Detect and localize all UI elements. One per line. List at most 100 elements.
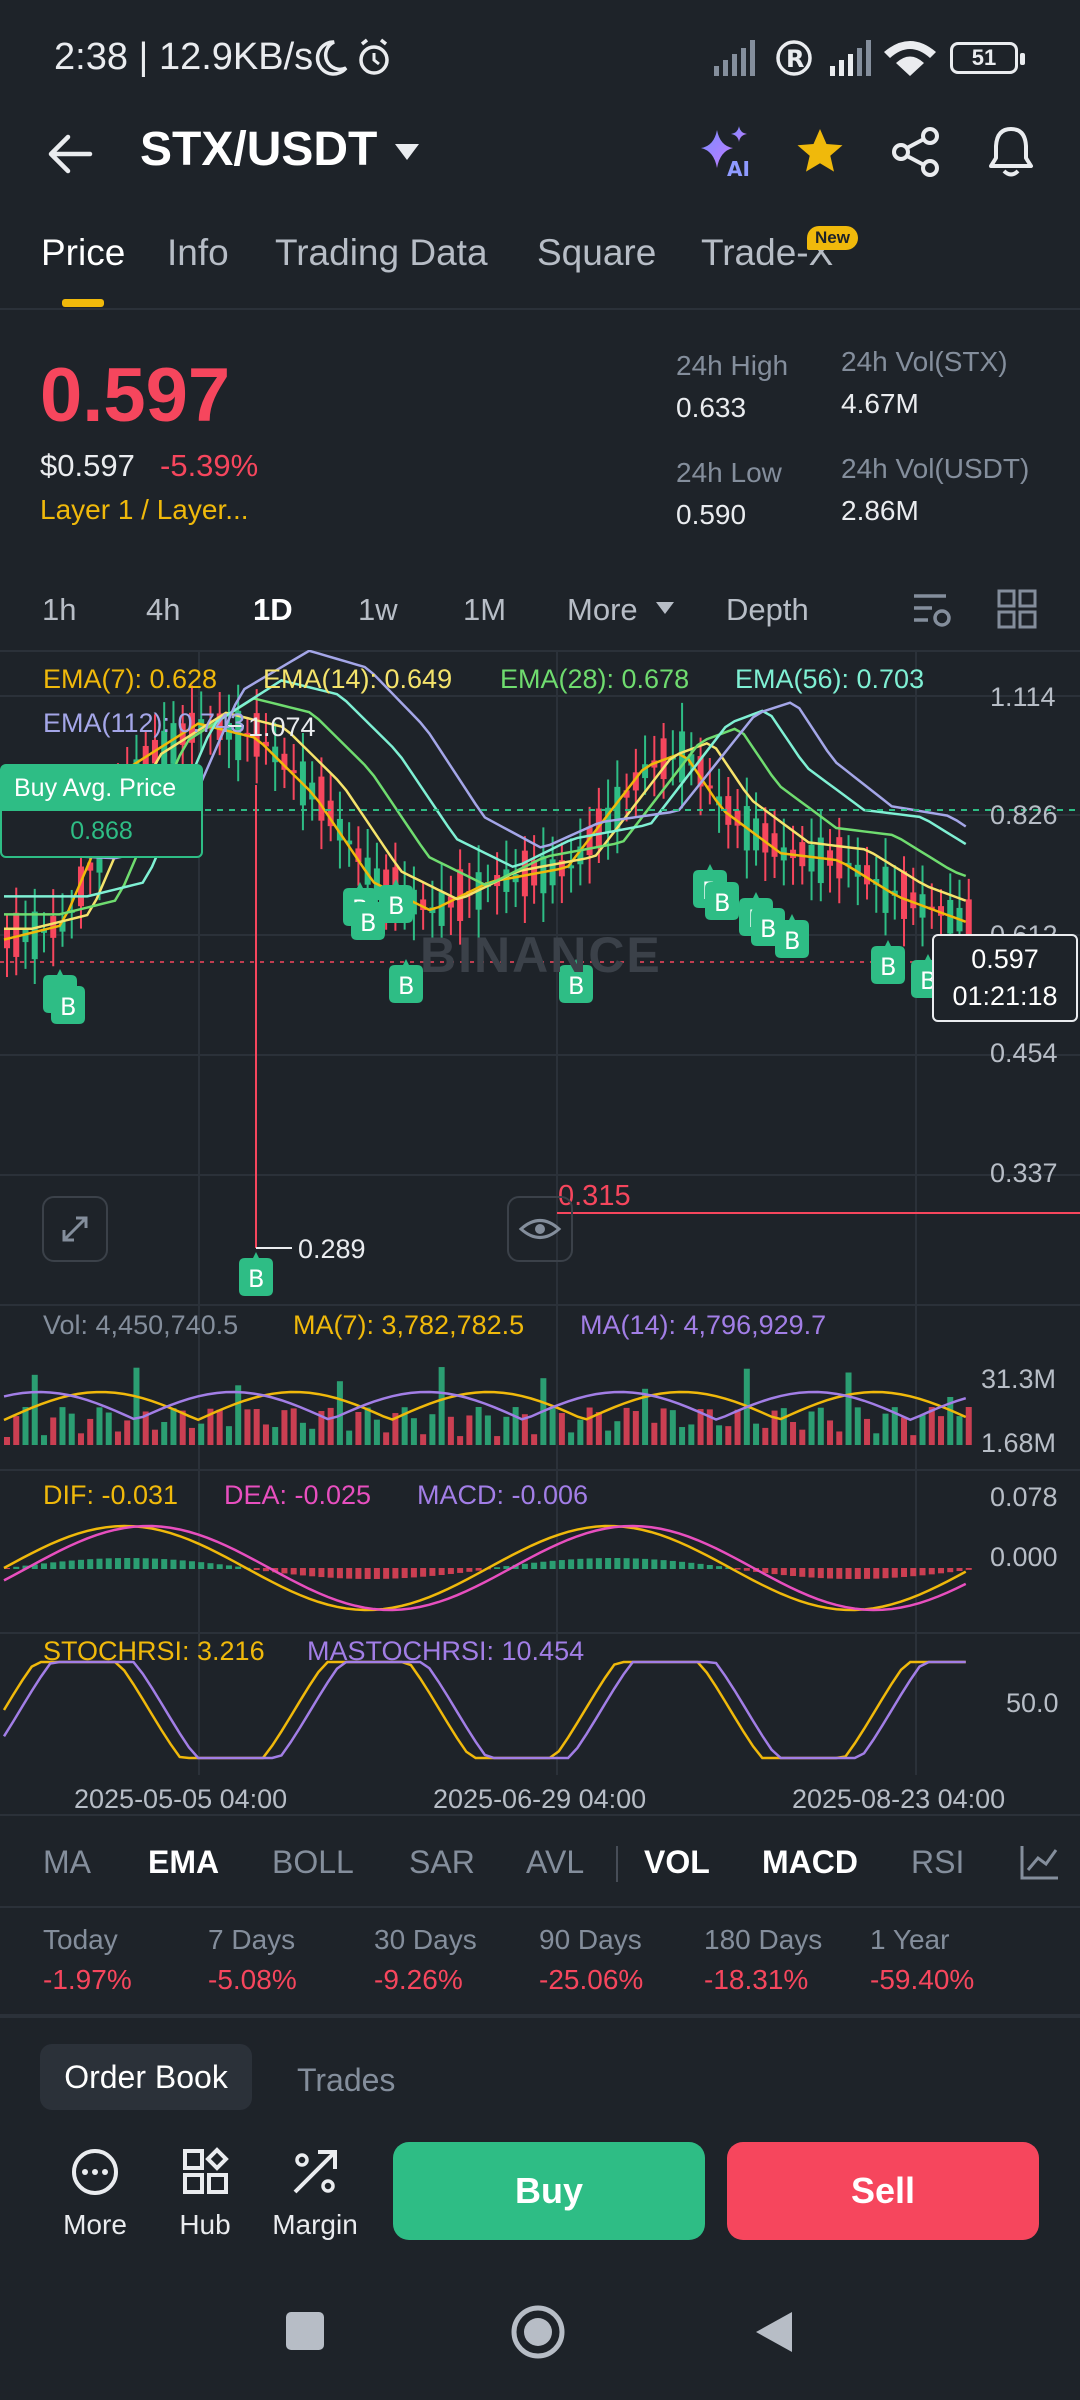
macd-bar — [364, 1568, 371, 1579]
share-icon[interactable] — [890, 126, 942, 178]
buy-marker-label: B — [60, 993, 76, 1021]
volume-bar — [262, 1424, 269, 1445]
margin-action[interactable]: Margin — [260, 2146, 370, 2241]
volume-bar — [59, 1407, 66, 1445]
buy-avg-price-box[interactable]: Buy Avg. Price 0.868 — [0, 764, 203, 858]
back-nav-icon[interactable] — [752, 2308, 796, 2356]
indicator-avl[interactable]: AVL — [526, 1844, 584, 1881]
dif-label: DIF: -0.031 — [43, 1480, 179, 1510]
macd-bar — [614, 1558, 621, 1569]
indicator-rsi[interactable]: RSI — [911, 1844, 964, 1881]
more-action[interactable]: More — [40, 2146, 150, 2241]
perf-1y-label: 1 Year — [870, 1924, 950, 1955]
price-axis-label: 0.826 — [990, 800, 1058, 830]
indicator-separator — [616, 1846, 618, 1882]
chevron-down-icon[interactable] — [392, 140, 422, 164]
hub-action[interactable]: Hub — [150, 2146, 260, 2241]
tab-square[interactable]: Square — [537, 232, 656, 274]
candle-body — [771, 833, 778, 857]
macd-bar — [133, 1558, 140, 1569]
volume-bar — [327, 1407, 334, 1445]
home-icon[interactable] — [510, 2304, 566, 2360]
macd-bar — [114, 1558, 121, 1569]
tab-order-book[interactable]: Order Book — [40, 2044, 252, 2110]
indicator-settings-icon[interactable] — [1018, 1842, 1062, 1882]
macd-bar — [854, 1568, 861, 1579]
indicator-vol[interactable]: VOL — [644, 1844, 710, 1881]
tab-info[interactable]: Info — [167, 232, 229, 274]
tab-trades[interactable]: Trades — [297, 2062, 395, 2099]
buy-button[interactable]: Buy — [393, 2142, 705, 2240]
macd-bar — [216, 1564, 223, 1569]
interval-1w[interactable]: 1w — [358, 592, 398, 628]
tab-price[interactable]: Price — [41, 232, 125, 274]
expand-chart-button[interactable] — [42, 1196, 108, 1262]
sector-tag[interactable]: Layer 1 / Layer... — [40, 494, 249, 526]
volume-bar — [679, 1427, 686, 1445]
macd-bar — [392, 1568, 399, 1579]
candle-body — [438, 892, 445, 926]
volume-bar — [40, 1435, 47, 1445]
tab-trading-data[interactable]: Trading Data — [275, 232, 488, 274]
candle-countdown: 01:21:18 — [952, 981, 1058, 1011]
margin-label: Margin — [272, 2209, 358, 2240]
volume-bar — [595, 1411, 602, 1445]
volume-bar — [854, 1407, 861, 1445]
interval-1h[interactable]: 1h — [42, 592, 76, 628]
toggle-overlay-button[interactable] — [507, 1196, 573, 1262]
buy-avg-price-title: Buy Avg. Price — [2, 766, 201, 811]
battery-indicator: 51 — [950, 42, 1025, 74]
macd-bar — [438, 1568, 445, 1575]
volume-bar — [299, 1422, 306, 1445]
signal-wifi-icons: R — [714, 40, 936, 76]
stochrsi-line — [2, 1660, 966, 1760]
perf-90d-label: 90 Days — [539, 1924, 642, 1955]
volume-bar — [447, 1416, 454, 1445]
macd-label: MACD: -0.006 — [417, 1480, 589, 1510]
macd-bar — [290, 1568, 297, 1575]
interval-1d[interactable]: 1D — [253, 592, 293, 628]
layout-grid-icon[interactable] — [996, 588, 1040, 632]
current-price-tag: 0.597 01:21:18 — [932, 934, 1078, 1022]
ai-sparkle-icon[interactable]: AI — [697, 124, 753, 180]
stat-24h-low-value: 0.590 — [676, 499, 747, 530]
volume-bar — [651, 1422, 658, 1445]
expand-icon — [62, 1216, 88, 1242]
volume-bar — [614, 1421, 621, 1445]
bell-icon[interactable] — [985, 124, 1037, 180]
perf-90d-value: -25.06% — [539, 1964, 644, 1995]
recent-apps-icon[interactable] — [284, 2310, 326, 2352]
interval-depth[interactable]: Depth — [726, 592, 809, 628]
indicator-sar[interactable]: SAR — [409, 1844, 475, 1881]
moon-alarm-icons — [315, 38, 389, 76]
indicator-ema[interactable]: EMA — [148, 1844, 219, 1881]
divider — [0, 1906, 1080, 1908]
interval-4h[interactable]: 4h — [146, 592, 180, 628]
indicator-macd[interactable]: MACD — [762, 1844, 858, 1881]
sell-button[interactable]: Sell — [727, 2142, 1039, 2240]
macd-bar — [87, 1559, 94, 1569]
mastochrsi-label: MASTOCHRSI: 10.454 — [307, 1636, 585, 1666]
macd-bar — [642, 1558, 649, 1569]
volume-bar — [4, 1437, 10, 1445]
chart-settings-icon[interactable] — [910, 588, 954, 632]
macd-bar — [716, 1566, 723, 1569]
macd-bar — [864, 1568, 871, 1579]
interval-1m[interactable]: 1M — [463, 592, 506, 628]
favorite-star-icon[interactable] — [794, 126, 846, 178]
volume-bar — [577, 1419, 584, 1445]
indicator-boll[interactable]: BOLL — [272, 1844, 354, 1881]
more-chevron-down-icon[interactable] — [654, 600, 676, 616]
back-arrow-icon[interactable] — [44, 128, 96, 180]
perf-180d-value: -18.31% — [704, 1964, 809, 1995]
interval-more[interactable]: More — [567, 592, 638, 628]
volume-bar — [364, 1407, 371, 1445]
status-time-speed: 2:38 | 12.9KB/s — [54, 36, 314, 78]
indicator-ma[interactable]: MA — [43, 1844, 91, 1881]
macd-bar — [808, 1568, 815, 1578]
volume-bar — [188, 1427, 195, 1445]
divider — [0, 2014, 1080, 2018]
macd-bar — [336, 1568, 343, 1579]
candle-body — [901, 871, 908, 919]
pair-title[interactable]: STX/USDT — [140, 122, 377, 177]
